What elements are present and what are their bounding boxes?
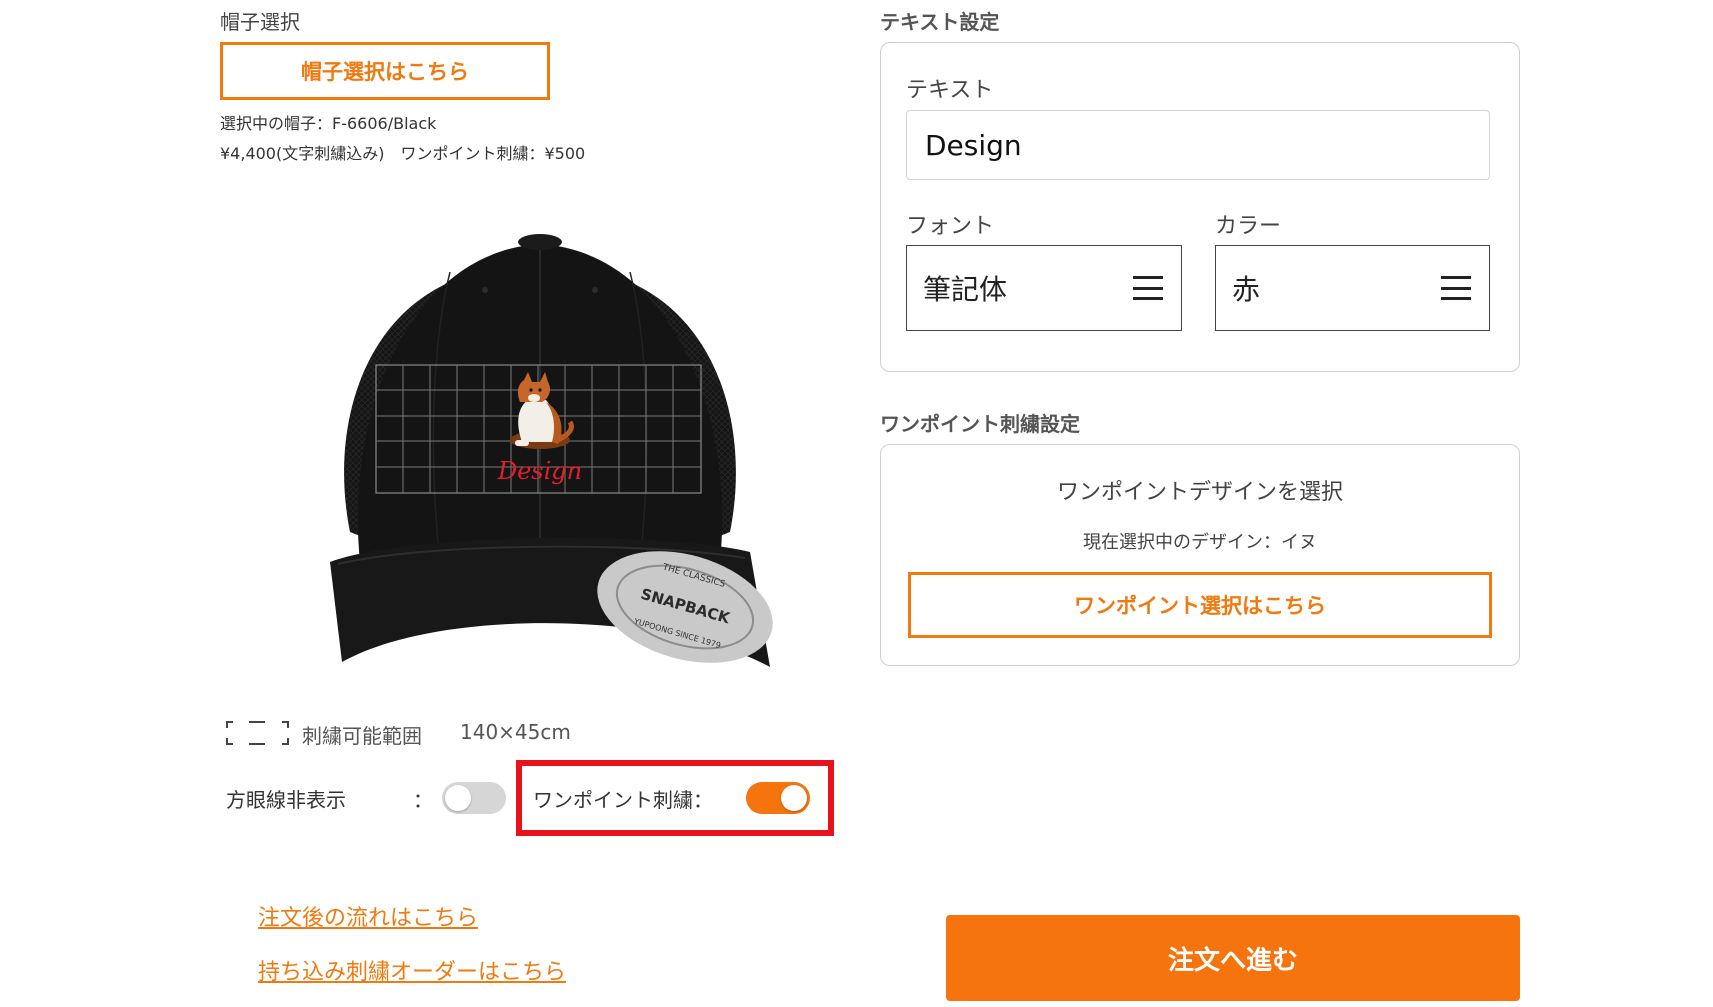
after-order-flow-link[interactable]: 注文後の流れはこちら bbox=[258, 900, 478, 932]
font-field-label: フォント bbox=[906, 214, 995, 239]
grid-hide-toggle[interactable] bbox=[442, 782, 506, 814]
font-select[interactable]: 筆記体 bbox=[906, 245, 1182, 331]
onepoint-current-design: 現在選択中のデザイン：イヌ bbox=[1083, 532, 1317, 553]
embroidery-range-size: 140×45cm bbox=[460, 720, 571, 744]
price-info-text: ¥4,400(文字刺繍込み) ワンポイント刺繍：¥500 bbox=[220, 144, 586, 163]
cap-preview: THE CLASSICS SNAPBACK YUPOONG SINCE 1979 bbox=[290, 232, 790, 692]
proceed-to-order-button[interactable]: 注文へ進む bbox=[946, 915, 1520, 1001]
onepoint-settings-title: ワンポイント刺繍設定 bbox=[880, 412, 1080, 436]
onepoint-heading: ワンポイントデザインを選択 bbox=[1056, 480, 1343, 505]
text-input[interactable]: Design bbox=[906, 110, 1490, 180]
hat-select-button[interactable]: 帽子選択はこちら bbox=[220, 42, 550, 100]
toggle-knob bbox=[445, 785, 471, 811]
grid-toggle-colon: ： bbox=[413, 788, 433, 812]
color-field-label: カラー bbox=[1215, 214, 1282, 239]
grid-toggle-label: 方眼線非表示 bbox=[226, 788, 346, 812]
text-field-label: テキスト bbox=[906, 78, 994, 103]
onepoint-select-button[interactable]: ワンポイント選択はこちら bbox=[908, 572, 1492, 638]
onepoint-embroidery-toggle[interactable] bbox=[746, 782, 810, 814]
bring-your-own-embroidery-link[interactable]: 持ち込み刺繍オーダーはこちら bbox=[258, 954, 566, 986]
onepoint-toggle-label: ワンポイント刺繍： bbox=[533, 788, 713, 812]
cap-illustration: THE CLASSICS SNAPBACK YUPOONG SINCE 1979 bbox=[330, 234, 773, 667]
embroidery-range-label: 刺繍可能範囲 bbox=[302, 724, 422, 748]
hat-section-label: 帽子選択 bbox=[220, 10, 300, 34]
font-select-value: 筆記体 bbox=[923, 273, 1008, 306]
text-settings-title: テキスト設定 bbox=[880, 10, 1000, 34]
embroidery-range-icon bbox=[225, 720, 290, 746]
menu-icon bbox=[1133, 276, 1163, 300]
selected-hat-text: 選択中の帽子：F-6606/Black bbox=[220, 114, 437, 133]
embroidery-text: Design bbox=[497, 457, 582, 485]
color-select[interactable]: 赤 bbox=[1215, 245, 1490, 331]
menu-icon bbox=[1441, 276, 1471, 300]
color-select-value: 赤 bbox=[1232, 273, 1261, 306]
toggle-knob bbox=[781, 785, 807, 811]
